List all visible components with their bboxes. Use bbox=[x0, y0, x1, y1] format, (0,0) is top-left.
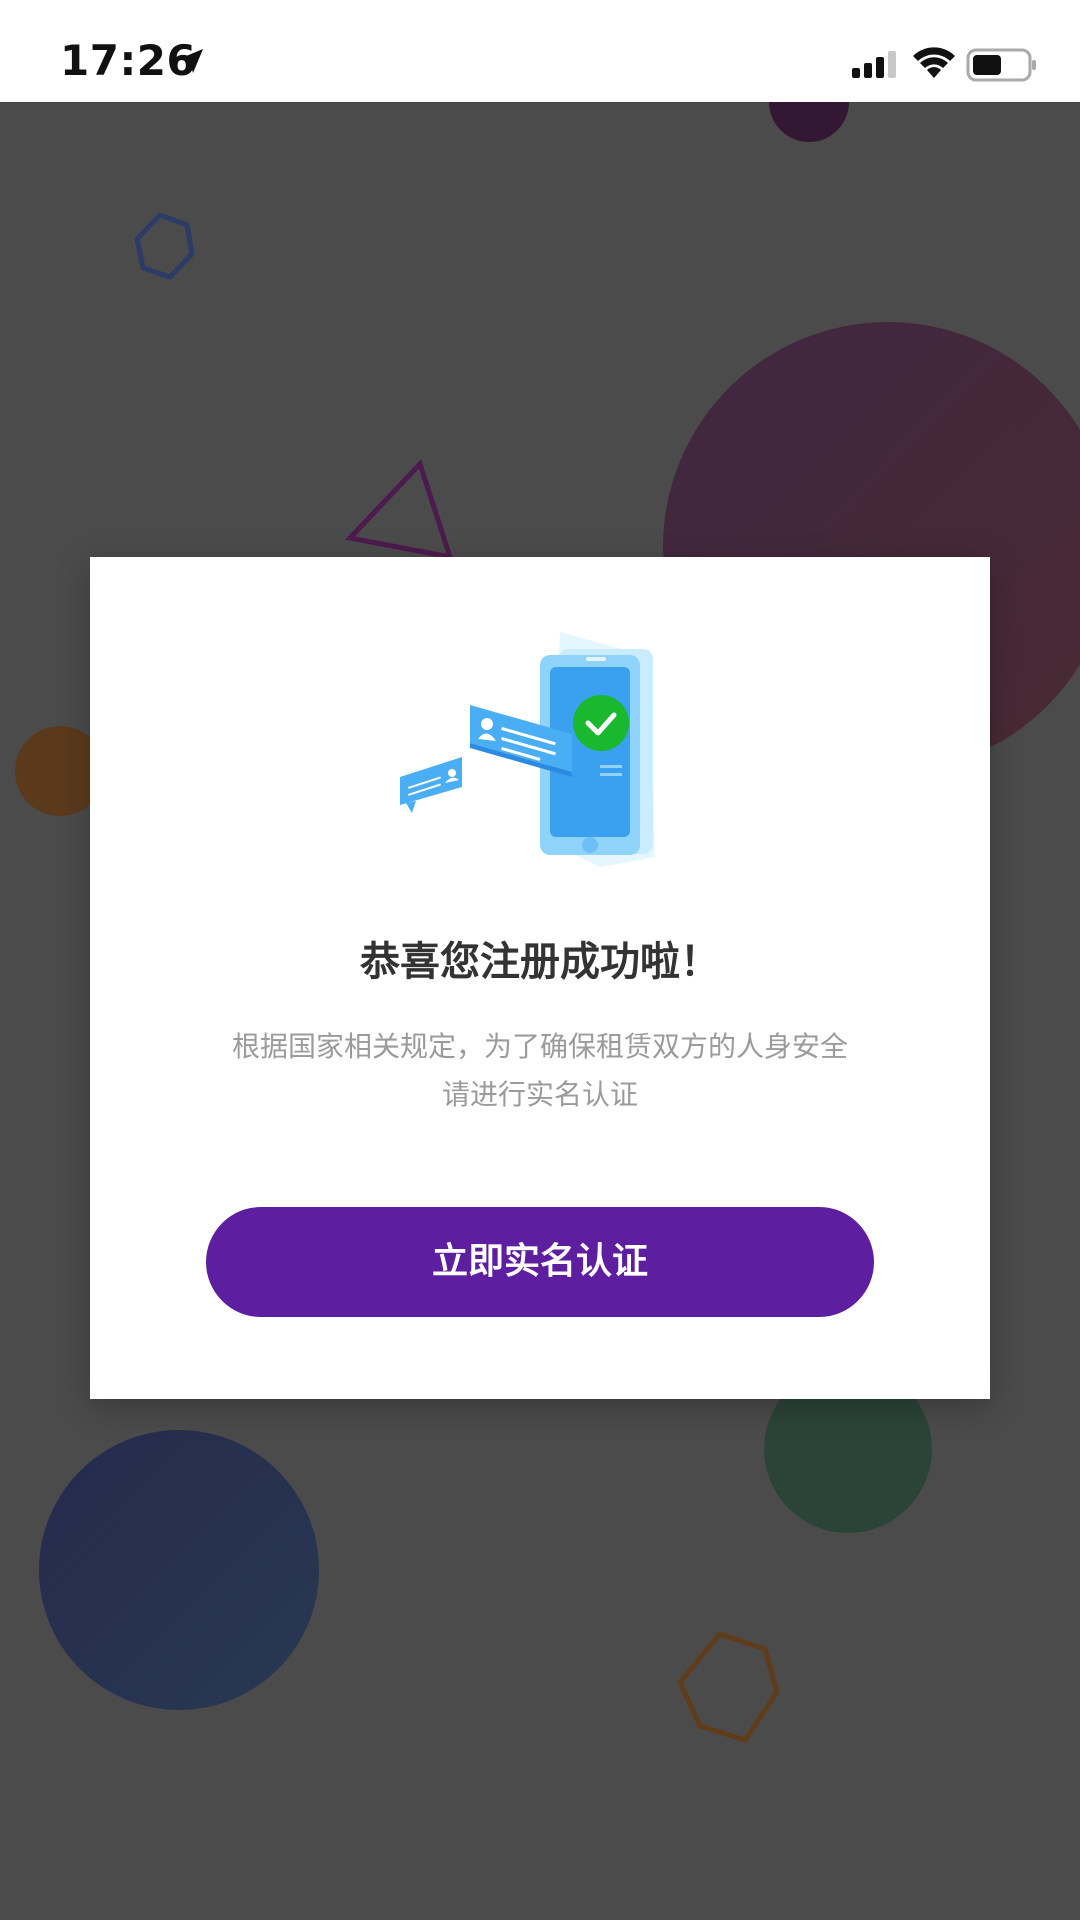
wifi-icon bbox=[913, 47, 955, 78]
dialog-description-line-2: 请进行实名认证 bbox=[441, 1078, 638, 1111]
cellular-signal-icon bbox=[852, 51, 896, 78]
decor-circle-large-blue bbox=[39, 1430, 319, 1710]
dialog-description-line-1: 根据国家相关规定，为了确保租赁双方的人身安全 bbox=[231, 1030, 848, 1063]
decor-hexagon-orange bbox=[677, 1631, 780, 1743]
location-arrow-icon bbox=[179, 49, 203, 73]
phone-verification-illustration bbox=[400, 632, 655, 867]
dialog-description: 根据国家相关规定，为了确保租赁双方的人身安全 请进行实名认证 bbox=[190, 1023, 890, 1119]
decor-circle-top bbox=[769, 102, 849, 142]
battery-icon bbox=[966, 48, 1036, 82]
decor-hexagon-blue bbox=[134, 212, 195, 280]
status-bar: 17:26 bbox=[0, 0, 1080, 102]
registration-success-dialog: 恭喜您注册成功啦！ 根据国家相关规定，为了确保租赁双方的人身安全 请进行实名认证… bbox=[90, 557, 990, 1399]
verify-identity-button[interactable]: 立即实名认证 bbox=[206, 1207, 874, 1317]
dialog-title: 恭喜您注册成功啦！ bbox=[360, 939, 720, 985]
decor-triangle-purple bbox=[345, 459, 454, 561]
